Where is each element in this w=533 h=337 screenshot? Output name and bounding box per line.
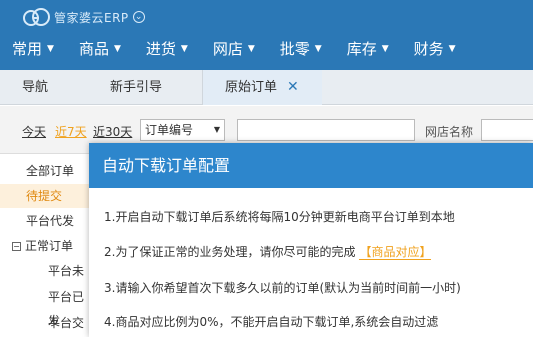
store-name-label: 网店名称 (425, 125, 474, 139)
dialog-line-3: 3.请输入你希望首次下载多久以前的订单(默认为当前时间前一小时) (104, 281, 461, 295)
caret-down-icon: ▼ (448, 43, 456, 54)
caret-down-icon: ▼ (47, 43, 54, 54)
brand-logo[interactable]: 管家婆云ERP ⌄ (22, 6, 145, 28)
tab-beginner-guide[interactable]: 新手引导 (110, 70, 162, 105)
sidebar-item-platform-not[interactable]: 平台未 (0, 259, 94, 283)
caret-down-icon: ▼ (314, 43, 322, 54)
close-icon[interactable]: ✕ (287, 79, 299, 95)
filter-last30-link[interactable]: 近30天 (93, 123, 132, 140)
menu-item-common[interactable]: 常用 ▼ (12, 38, 54, 59)
main-menu: 常用 ▼ 商品 ▼ 进货 ▼ 网店 ▼ 批零 ▼ 库存 ▼ 财务 ▼ (0, 38, 469, 59)
dialog-title: 自动下载订单配置 (89, 143, 533, 188)
chevron-down-icon: ▼ (213, 125, 220, 134)
menu-item-finance[interactable]: 财务 ▼ (414, 38, 456, 59)
collapse-icon[interactable]: − (12, 242, 21, 251)
caret-down-icon: ▼ (113, 43, 121, 54)
sidebar-item-all-orders[interactable]: 全部订单 (0, 159, 94, 183)
sidebar-item-normal-orders[interactable]: − 正常订单 (0, 234, 94, 258)
tab-label: 原始订单 (225, 80, 278, 95)
goods-mapping-link[interactable]: 【商品对应】 (359, 245, 432, 260)
menu-item-goods[interactable]: 商品 ▼ (79, 38, 121, 59)
caret-down-icon: ▼ (247, 43, 255, 54)
search-input[interactable] (237, 119, 415, 141)
brand-name: 管家婆云ERP (54, 10, 129, 25)
chevron-down-icon[interactable]: ⌄ (132, 11, 145, 23)
caret-down-icon: ▼ (180, 43, 188, 54)
filter-last7-link[interactable]: 近7天 (55, 123, 87, 140)
menu-item-inventory[interactable]: 库存 ▼ (347, 38, 389, 59)
dialog-line-2: 2.为了保证正常的业务处理，请你尽可能的完成 【商品对应】 (104, 245, 432, 260)
sidebar-item-platform-dropship[interactable]: 平台代发 (0, 209, 94, 233)
top-navigation-bar: 管家婆云ERP ⌄ 常用 ▼ 商品 ▼ 进货 ▼ 网店 ▼ 批零 ▼ 库存 ▼ 财务 ▼ (0, 0, 533, 70)
tab-bar: 导航 新手引导 原始订单 ✕ (0, 70, 533, 105)
tab-original-orders[interactable]: 原始订单 ✕ (202, 70, 322, 105)
dialog-line-4: 4.商品对应比例为0%，不能开启自动下载订单,系统会自动过滤 (104, 315, 439, 329)
dialog-line-1: 1.开启自动下载订单后系统将每隔10分钟更新电商平台订单到本地 (104, 210, 455, 224)
tab-navigation[interactable]: 导航 (22, 70, 48, 105)
order-status-sidebar: 全部订单 待提交 平台代发 −正常订单 平台未 平台已发 平台交易 (0, 155, 94, 337)
sidebar-item-platform-trade[interactable]: 平台交易 (0, 311, 94, 335)
cloud-logo-icon (22, 6, 52, 28)
auto-download-config-dialog: 自动下载订单配置 1.开启自动下载订单后系统将每隔10分钟更新电商平台订单到本地… (89, 143, 533, 337)
store-name-input[interactable] (481, 119, 533, 141)
menu-item-online-store[interactable]: 网店 ▼ (213, 38, 255, 59)
sidebar-item-pending[interactable]: 待提交 (0, 184, 94, 208)
menu-item-wholesale[interactable]: 批零 ▼ (280, 38, 322, 59)
filter-today-link[interactable]: 今天 (22, 123, 46, 140)
menu-item-purchase[interactable]: 进货 ▼ (146, 38, 188, 59)
sidebar-item-platform-shipped[interactable]: 平台已发 (0, 285, 94, 328)
caret-down-icon: ▼ (381, 43, 389, 54)
order-field-select[interactable]: 订单编号 ▼ (140, 119, 225, 141)
